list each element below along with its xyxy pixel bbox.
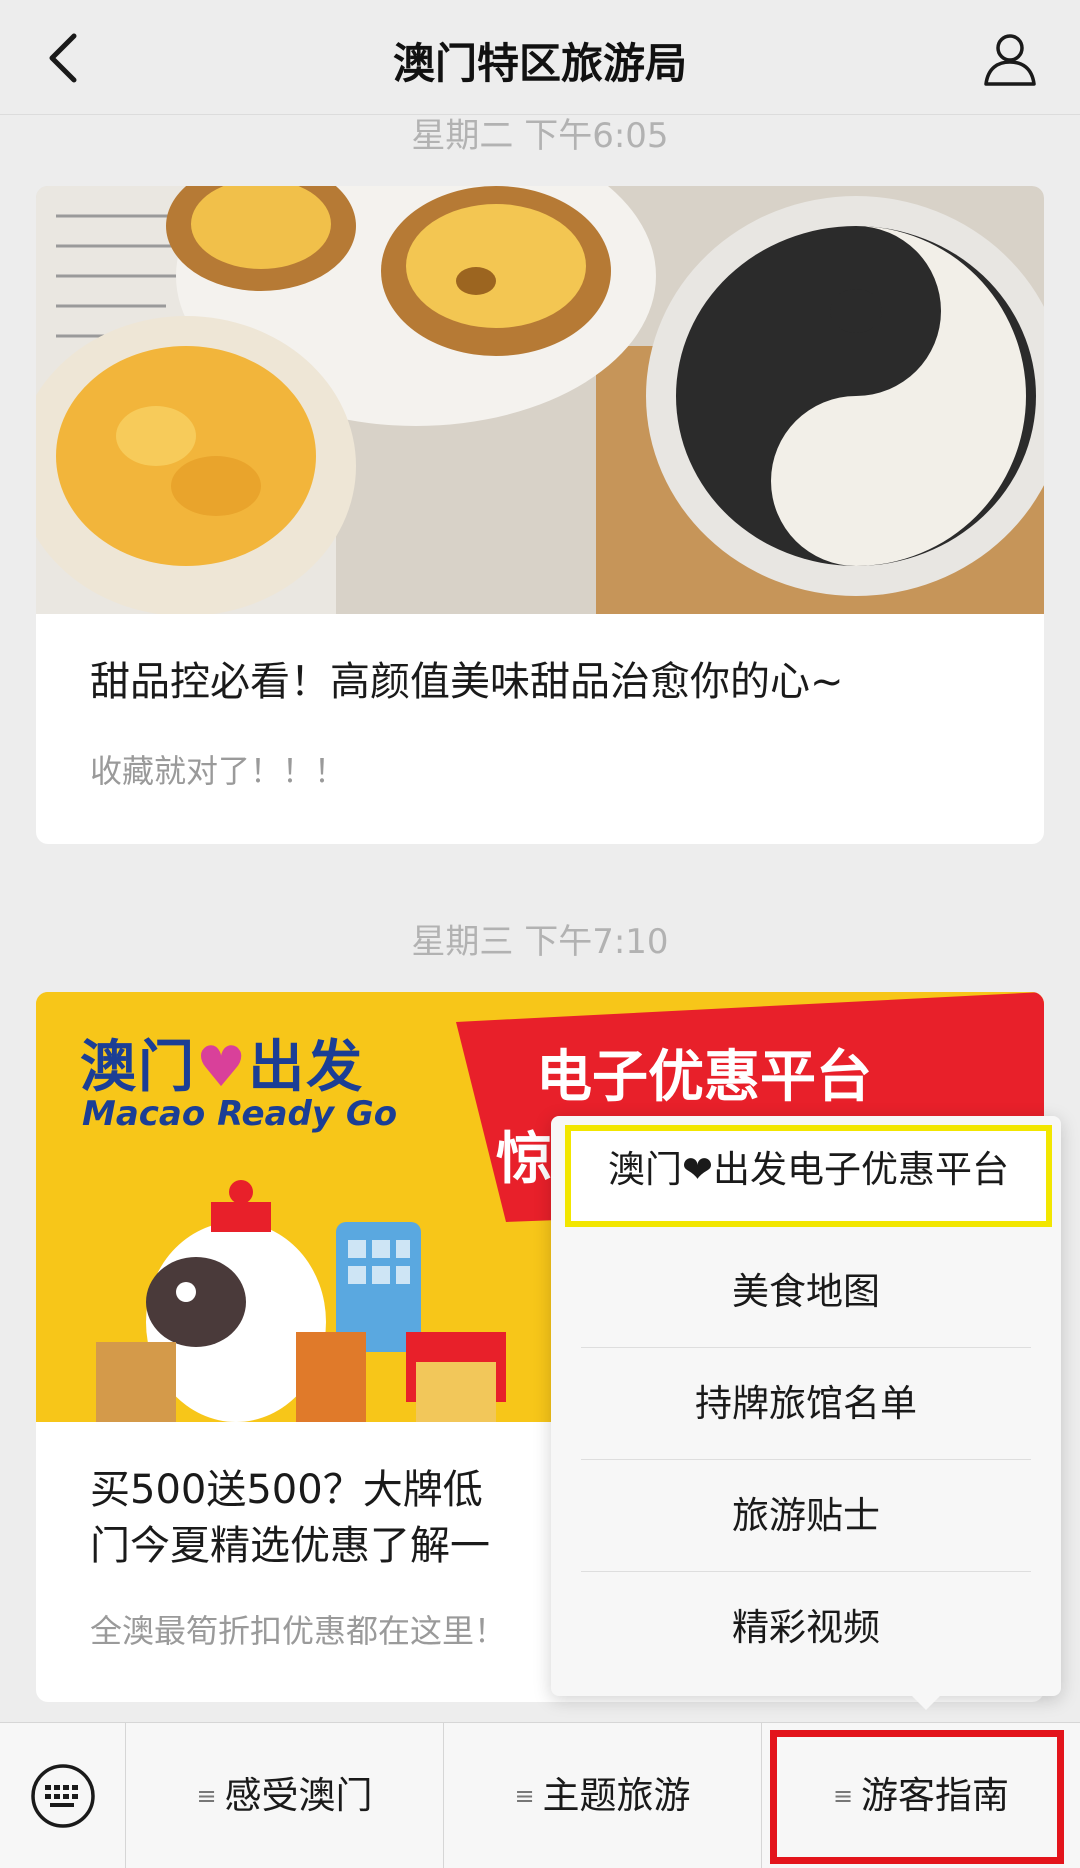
banner-brand-en: Macao Ready Go bbox=[82, 1094, 398, 1134]
article-title-line: 买500送500？大牌低 bbox=[90, 1467, 483, 1513]
header-bar: 澳门特区旅游局 bbox=[0, 0, 1080, 115]
article-title[interactable]: 买500送500？大牌低 门今夏精选优惠了解一 bbox=[90, 1462, 510, 1574]
banner-headline: 电子优惠平台 bbox=[536, 1045, 872, 1110]
menu-item-food-map[interactable]: 美食地图 bbox=[581, 1236, 1031, 1348]
dessert-photo bbox=[36, 186, 1044, 614]
highlight-box-red bbox=[770, 1730, 1064, 1864]
banner-brand-cn: 澳门♥出发 bbox=[80, 1035, 365, 1100]
tab-label: 主题旅游 bbox=[542, 1774, 691, 1817]
tab-experience-macao[interactable]: ≡ 感受澳门 bbox=[126, 1723, 444, 1868]
person-icon bbox=[984, 34, 1036, 86]
message-timestamp: 星期二 下午6:05 bbox=[411, 116, 669, 156]
page-title: 澳门特区旅游局 bbox=[392, 39, 687, 88]
tab-themed-travel[interactable]: ≡ 主题旅游 bbox=[444, 1723, 762, 1868]
keyboard-toggle-button[interactable] bbox=[0, 1723, 126, 1868]
menu-item-licensed-hotels[interactable]: 持牌旅馆名单 bbox=[581, 1348, 1031, 1460]
heart-icon: ❤ bbox=[681, 1148, 713, 1191]
article-cover-image[interactable] bbox=[36, 186, 1044, 614]
heart-icon: ♥ bbox=[196, 1035, 249, 1100]
submenu-pointer bbox=[908, 1692, 944, 1710]
article-summary: 全澳最筍折扣优惠都在这里！ bbox=[90, 1612, 507, 1650]
profile-button[interactable] bbox=[978, 26, 1042, 90]
menu-item-videos[interactable]: 精彩视频 bbox=[581, 1572, 1031, 1684]
menu-item-label: 出发电子优惠平台 bbox=[713, 1148, 1009, 1191]
article-summary: 收藏就对了！！！ bbox=[90, 752, 347, 790]
article-title[interactable]: 甜品控必看！高颜值美味甜品治愈你的心~ bbox=[90, 654, 844, 710]
tab-label: 感受澳门 bbox=[224, 1774, 373, 1817]
menu-lines-icon: ≡ bbox=[196, 1782, 217, 1810]
banner-headline-2: 惊 bbox=[496, 1127, 552, 1192]
keyboard-icon bbox=[31, 1764, 95, 1828]
menu-item-travel-tips[interactable]: 旅游贴士 bbox=[581, 1460, 1031, 1572]
menu-item-label: 澳门 bbox=[607, 1148, 682, 1191]
menu-lines-icon: ≡ bbox=[514, 1782, 535, 1810]
message-timestamp: 星期三 下午7:10 bbox=[411, 922, 669, 962]
article-title-line: 门今夏精选优惠了解一 bbox=[90, 1523, 490, 1569]
article-card[interactable]: 甜品控必看！高颜值美味甜品治愈你的心~ 收藏就对了！！！ bbox=[36, 186, 1044, 844]
menu-item-ecoupon-platform[interactable]: 澳门❤出发电子优惠平台 bbox=[565, 1125, 1052, 1227]
